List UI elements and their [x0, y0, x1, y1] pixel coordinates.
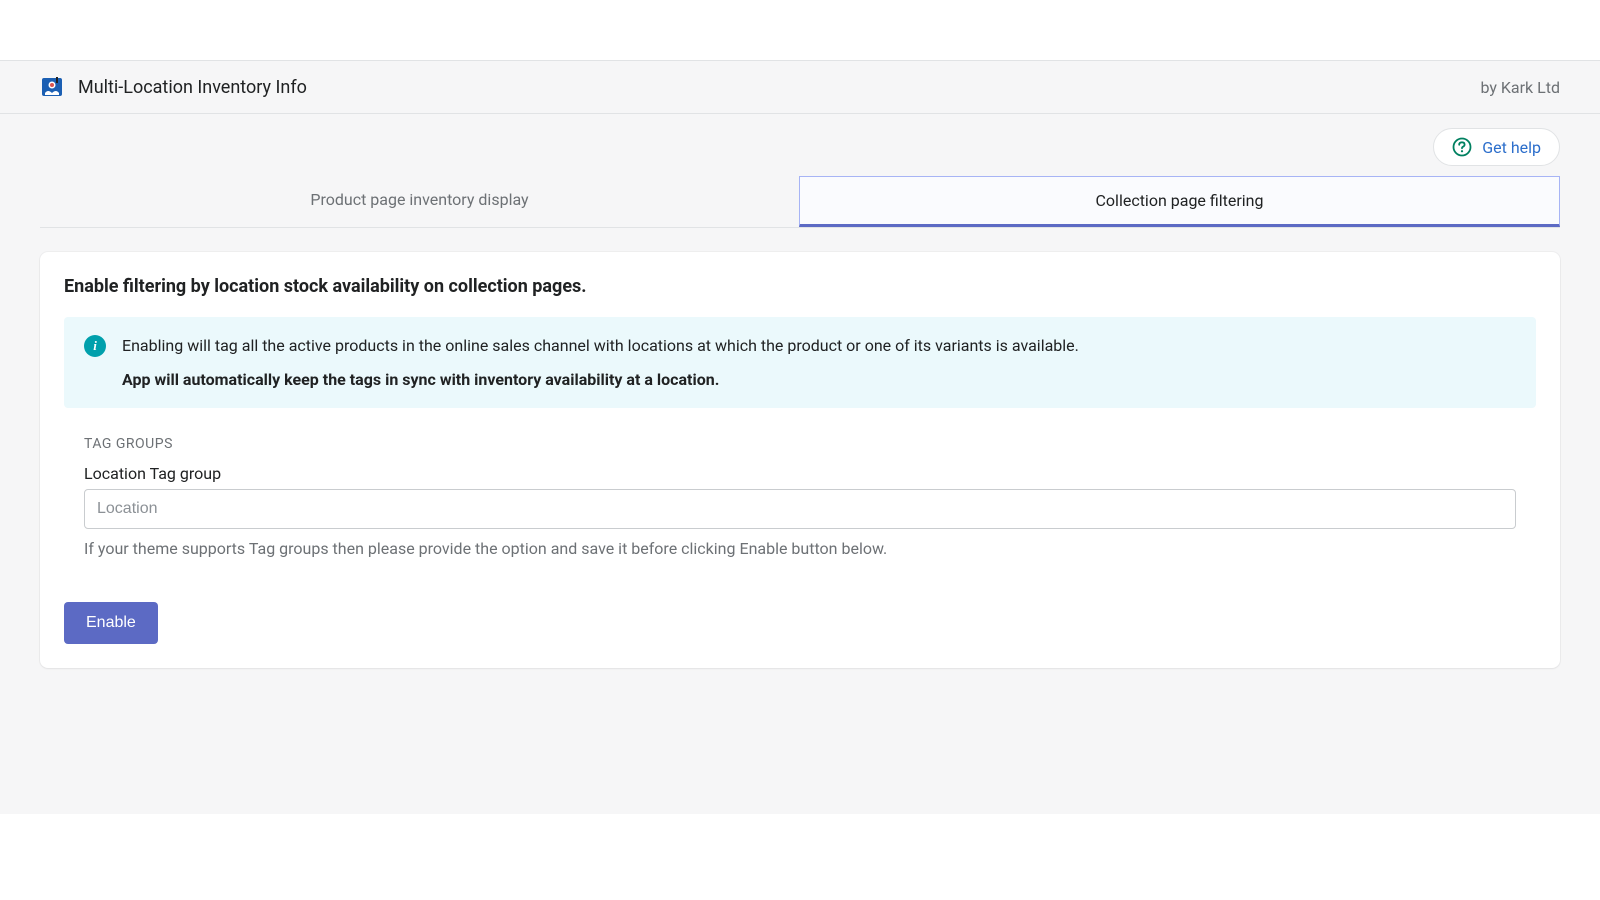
- info-icon: i: [84, 335, 106, 357]
- header-left: Multi-Location Inventory Info: [40, 75, 307, 99]
- helper-text: If your theme supports Tag groups then p…: [84, 539, 1516, 558]
- help-label: Get help: [1482, 138, 1541, 157]
- tag-groups-label: TAG GROUPS: [84, 436, 1516, 452]
- app-title: Multi-Location Inventory Info: [78, 77, 307, 98]
- vendor-label: by Kark Ltd: [1480, 78, 1560, 97]
- app-icon: [40, 75, 64, 99]
- form-section: TAG GROUPS Location Tag group If your th…: [64, 436, 1536, 558]
- help-icon: [1452, 137, 1472, 157]
- info-banner: i Enabling will tag all the active produ…: [64, 317, 1536, 408]
- top-spacer: [0, 0, 1600, 60]
- location-tag-group-input[interactable]: [84, 489, 1516, 529]
- info-icon-glyph: i: [93, 338, 97, 354]
- enable-button[interactable]: Enable: [64, 602, 158, 644]
- tabs: Product page inventory display Collectio…: [40, 176, 1560, 228]
- card-title: Enable filtering by location stock avail…: [64, 276, 1536, 297]
- tab-collection-filtering[interactable]: Collection page filtering: [799, 176, 1560, 227]
- content-area: Get help Product page inventory display …: [0, 114, 1600, 814]
- help-row: Get help: [0, 114, 1600, 176]
- info-line1: Enabling will tag all the active product…: [122, 336, 1079, 355]
- tab-product-page[interactable]: Product page inventory display: [40, 176, 799, 227]
- info-line2: App will automatically keep the tags in …: [122, 367, 1079, 393]
- get-help-button[interactable]: Get help: [1433, 128, 1560, 166]
- location-tag-group-label: Location Tag group: [84, 464, 1516, 483]
- settings-card: Enable filtering by location stock avail…: [40, 252, 1560, 668]
- info-text: Enabling will tag all the active product…: [122, 333, 1079, 392]
- app-header: Multi-Location Inventory Info by Kark Lt…: [0, 60, 1600, 114]
